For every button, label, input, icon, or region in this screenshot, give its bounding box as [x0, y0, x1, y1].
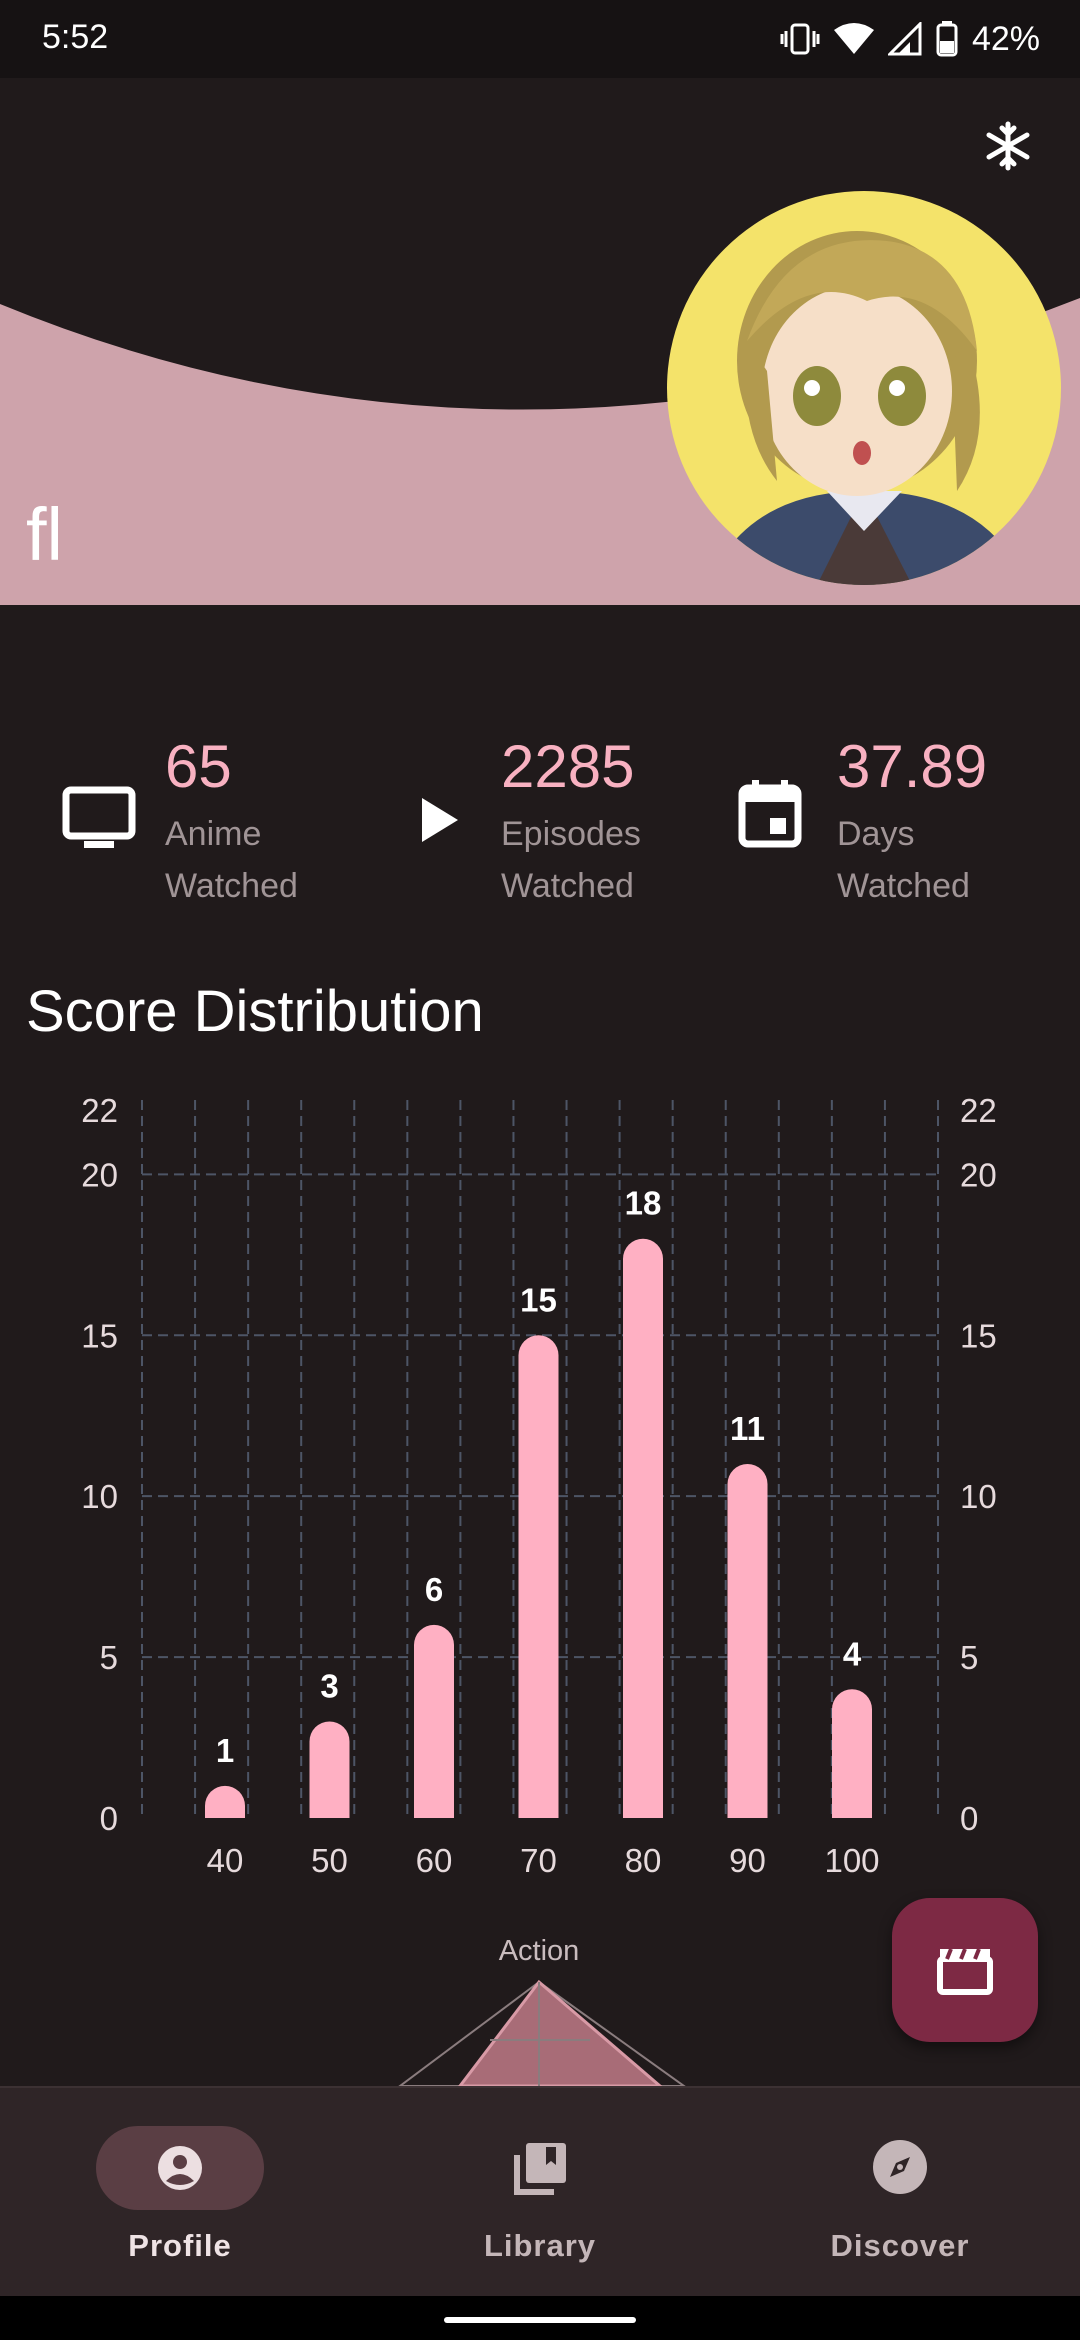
profile-header: fl	[0, 78, 1080, 605]
play-icon	[422, 798, 458, 842]
anime-count: 65	[165, 733, 232, 800]
vibrate-icon	[780, 23, 820, 55]
nav-label-discover: Discover	[830, 2228, 970, 2263]
y-tick-label-right: 0	[960, 1800, 978, 1837]
wifi-icon	[833, 23, 874, 54]
y-tick-label-left: 10	[81, 1478, 118, 1515]
bar-value-label: 11	[730, 1410, 765, 1447]
bar-value-label: 18	[625, 1185, 662, 1222]
bar-value-label: 15	[520, 1281, 557, 1318]
bar	[414, 1624, 454, 1818]
nav-item-discover[interactable]: Discover	[720, 2088, 1080, 2298]
status-time: 5:52	[42, 18, 109, 56]
bar	[623, 1238, 663, 1818]
clapperboard-icon	[937, 1948, 993, 1995]
y-tick-label-right: 22	[960, 1092, 997, 1129]
bottom-navigation: Profile Library Discover	[0, 2086, 1080, 2298]
x-tick-label: 60	[416, 1842, 453, 1879]
fab-button[interactable]	[892, 1898, 1038, 2042]
y-tick-label-left: 0	[100, 1800, 118, 1837]
y-tick-label-left: 22	[81, 1092, 118, 1129]
genre-radar-chart: Action	[398, 1935, 686, 2086]
bar	[832, 1689, 873, 1818]
y-tick-label-right: 10	[960, 1478, 997, 1515]
section-title: Score Distribution	[26, 979, 484, 1044]
x-tick-label: 80	[625, 1842, 662, 1879]
y-tick-label-left: 20	[81, 1156, 118, 1193]
bar-value-label: 1	[216, 1732, 234, 1769]
episodes-count: 2285	[501, 733, 635, 800]
tv-icon	[62, 786, 136, 848]
calendar-icon	[738, 780, 802, 848]
bar	[205, 1785, 245, 1818]
y-tick-label-left: 5	[100, 1639, 118, 1676]
profile-icon	[158, 2146, 202, 2190]
radar-label-action: Action	[499, 1935, 580, 1967]
avatar[interactable]	[667, 191, 1061, 585]
x-tick-label: 90	[729, 1842, 766, 1879]
x-tick-label: 100	[824, 1842, 879, 1879]
nav-item-profile[interactable]: Profile	[0, 2088, 360, 2298]
episodes-label-2: Watched	[501, 867, 634, 905]
y-tick-label-right: 15	[960, 1317, 997, 1354]
status-bar: 5:52 42%	[0, 0, 1080, 78]
x-tick-label: 40	[207, 1842, 244, 1879]
bar-value-label: 6	[425, 1571, 443, 1608]
bar	[309, 1721, 350, 1818]
username: fl	[26, 493, 63, 576]
y-tick-label-right: 20	[960, 1156, 997, 1193]
snowflake-icon[interactable]	[982, 120, 1034, 172]
bar	[518, 1335, 559, 1818]
home-indicator[interactable]	[444, 2317, 636, 2323]
compass-icon	[873, 2140, 927, 2194]
bar-value-label: 3	[320, 1667, 338, 1704]
days-count: 37.89	[837, 733, 988, 800]
battery-icon	[936, 21, 958, 57]
anime-label-2: Watched	[165, 867, 298, 905]
days-label-1: Days	[837, 815, 915, 853]
y-tick-label-right: 5	[960, 1639, 978, 1676]
bar-value-label: 4	[843, 1635, 862, 1672]
bar	[727, 1464, 768, 1818]
battery-percent: 42%	[971, 19, 1040, 58]
signal-icon	[887, 22, 922, 56]
episodes-label-1: Episodes	[501, 815, 641, 853]
status-icons: 42%	[780, 18, 1040, 60]
nav-label-library: Library	[483, 2228, 597, 2263]
nav-label-profile: Profile	[128, 2228, 232, 2263]
y-tick-label-left: 15	[81, 1317, 118, 1354]
anime-label-1: Anime	[165, 815, 262, 853]
nav-item-library[interactable]: Library	[360, 2088, 720, 2298]
x-tick-label: 70	[520, 1842, 557, 1879]
x-tick-label: 50	[311, 1842, 348, 1879]
days-label-2: Watched	[837, 867, 970, 905]
library-icon	[514, 2143, 566, 2195]
